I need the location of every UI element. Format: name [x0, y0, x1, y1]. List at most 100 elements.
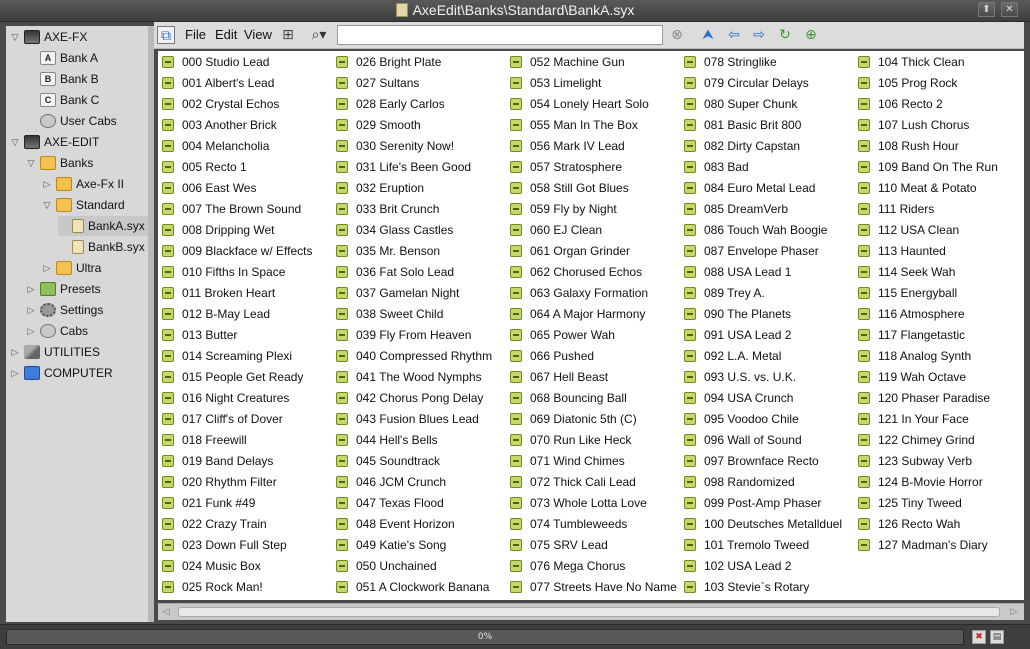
preset-item[interactable]: 049 Katie's Song — [336, 534, 492, 555]
preset-item[interactable]: 100 Deutsches Metallduel — [684, 513, 842, 534]
expand-right-icon[interactable]: ▷ — [42, 179, 52, 189]
preset-item[interactable]: 045 Soundtrack — [336, 450, 492, 471]
preset-item[interactable]: 064 A Major Harmony — [510, 303, 677, 324]
preset-item[interactable]: 125 Tiny Tweed — [858, 492, 998, 513]
preset-item[interactable]: 109 Band On The Run — [858, 156, 998, 177]
cancel-icon[interactable]: ✖ — [972, 630, 986, 644]
preset-item[interactable]: 068 Bouncing Ball — [510, 387, 677, 408]
preset-item[interactable]: 056 Mark IV Lead — [510, 135, 677, 156]
preset-item[interactable]: 014 Screaming Plexi — [162, 345, 313, 366]
preset-item[interactable]: 004 Melancholia — [162, 135, 313, 156]
console-icon[interactable]: ▤ — [990, 630, 1004, 644]
preset-item[interactable]: 127 Madman's Diary — [858, 534, 998, 555]
preset-item[interactable]: 077 Streets Have No Name — [510, 576, 677, 597]
preset-item[interactable]: 019 Band Delays — [162, 450, 313, 471]
preset-item[interactable]: 003 Another Brick — [162, 114, 313, 135]
preset-item[interactable]: 026 Bright Plate — [336, 51, 492, 72]
preset-item[interactable]: 039 Fly From Heaven — [336, 324, 492, 345]
preset-item[interactable]: 069 Diatonic 5th (C) — [510, 408, 677, 429]
preset-item[interactable]: 018 Freewill — [162, 429, 313, 450]
close-button[interactable]: ✕ — [1001, 2, 1018, 17]
tree-item-axe-fx-ii[interactable]: ▷ Axe-Fx II — [42, 174, 128, 194]
preset-item[interactable]: 090 The Planets — [684, 303, 842, 324]
preset-item[interactable]: 087 Envelope Phaser — [684, 240, 842, 261]
tree-item-axe-fx[interactable]: ▽ AXE-FX — [10, 27, 91, 47]
preset-item[interactable]: 079 Circular Delays — [684, 72, 842, 93]
preset-item[interactable]: 052 Machine Gun — [510, 51, 677, 72]
preset-item[interactable]: 065 Power Wah — [510, 324, 677, 345]
preset-item[interactable]: 041 The Wood Nymphs — [336, 366, 492, 387]
preset-item[interactable]: 021 Funk #49 — [162, 492, 313, 513]
preset-item[interactable]: 030 Serenity Now! — [336, 135, 492, 156]
expand-right-icon[interactable]: ▷ — [10, 368, 20, 378]
preset-item[interactable]: 006 East Wes — [162, 177, 313, 198]
preset-item[interactable]: 110 Meat & Potato — [858, 177, 998, 198]
horizontal-scrollbar[interactable]: ◁ ▷ — [158, 603, 1024, 620]
preset-item[interactable]: 055 Man In The Box — [510, 114, 677, 135]
preset-item[interactable]: 061 Organ Grinder — [510, 240, 677, 261]
preset-item[interactable]: 033 Brit Crunch — [336, 198, 492, 219]
preset-item[interactable]: 002 Crystal Echos — [162, 93, 313, 114]
preset-item[interactable]: 053 Limelight — [510, 72, 677, 93]
menu-file[interactable]: File — [185, 26, 206, 44]
tree-item-axe-edit[interactable]: ▽ AXE-EDIT — [10, 132, 103, 152]
preset-item[interactable]: 104 Thick Clean — [858, 51, 998, 72]
preset-item[interactable]: 042 Chorus Pong Delay — [336, 387, 492, 408]
scroll-left-icon[interactable]: ◁ — [160, 606, 172, 618]
preset-item[interactable]: 043 Fusion Blues Lead — [336, 408, 492, 429]
preset-item[interactable]: 095 Voodoo Chile — [684, 408, 842, 429]
preset-item[interactable]: 025 Rock Man! — [162, 576, 313, 597]
preset-item[interactable]: 117 Flangetastic — [858, 324, 998, 345]
preset-item[interactable]: 040 Compressed Rhythm — [336, 345, 492, 366]
preset-item[interactable]: 086 Touch Wah Boogie — [684, 219, 842, 240]
tree-item-bank-c[interactable]: C Bank C — [26, 90, 103, 110]
preset-item[interactable]: 010 Fifths In Space — [162, 261, 313, 282]
preset-item[interactable]: 000 Studio Lead — [162, 51, 313, 72]
scrollbar-thumb[interactable] — [178, 607, 1000, 617]
preset-item[interactable]: 107 Lush Chorus — [858, 114, 998, 135]
preset-item[interactable]: 044 Hell's Bells — [336, 429, 492, 450]
preset-item[interactable]: 051 A Clockwork Banana — [336, 576, 492, 597]
preset-item[interactable]: 066 Pushed — [510, 345, 677, 366]
preset-item[interactable]: 124 B-Movie Horror — [858, 471, 998, 492]
expand-right-icon[interactable]: ▷ — [26, 326, 36, 336]
preset-item[interactable]: 101 Tremolo Tweed — [684, 534, 842, 555]
preset-item[interactable]: 075 SRV Lead — [510, 534, 677, 555]
tree-item-banks[interactable]: ▽ Banks — [26, 153, 97, 173]
preset-item[interactable]: 103 Stevie`s Rotary — [684, 576, 842, 597]
preset-item[interactable]: 098 Randomized — [684, 471, 842, 492]
tree-item-presets[interactable]: ▷ Presets — [26, 279, 105, 299]
expand-right-icon[interactable]: ▷ — [10, 347, 20, 357]
preset-item[interactable]: 108 Rush Hour — [858, 135, 998, 156]
preset-item[interactable]: 073 Whole Lotta Love — [510, 492, 677, 513]
clear-search-icon[interactable]: ⊗ — [668, 26, 686, 44]
preset-item[interactable]: 063 Galaxy Formation — [510, 282, 677, 303]
preset-item[interactable]: 057 Stratosphere — [510, 156, 677, 177]
preset-item[interactable]: 015 People Get Ready — [162, 366, 313, 387]
preset-item[interactable]: 116 Atmosphere — [858, 303, 998, 324]
tree-item-settings[interactable]: ▷ Settings — [26, 300, 107, 320]
preset-item[interactable]: 105 Prog Rock — [858, 72, 998, 93]
preset-item[interactable]: 071 Wind Chimes — [510, 450, 677, 471]
preset-item[interactable]: 092 L.A. Metal — [684, 345, 842, 366]
preset-item[interactable]: 080 Super Chunk — [684, 93, 842, 114]
preset-item[interactable]: 123 Subway Verb — [858, 450, 998, 471]
preset-item[interactable]: 088 USA Lead 1 — [684, 261, 842, 282]
splitter-handle[interactable] — [148, 26, 154, 622]
preset-item[interactable]: 081 Basic Brit 800 — [684, 114, 842, 135]
preset-item[interactable]: 070 Run Like Heck — [510, 429, 677, 450]
app-menu-icon[interactable]: ⧉ — [157, 26, 175, 44]
tree-item-ultra[interactable]: ▷ Ultra — [42, 258, 105, 278]
expand-down-icon[interactable]: ▽ — [42, 200, 52, 210]
preset-item[interactable]: 089 Trey A. — [684, 282, 842, 303]
tree-item-standard[interactable]: ▽ Standard — [42, 195, 129, 215]
preset-item[interactable]: 020 Rhythm Filter — [162, 471, 313, 492]
preset-item[interactable]: 122 Chimey Grind — [858, 429, 998, 450]
preset-item[interactable]: 038 Sweet Child — [336, 303, 492, 324]
preset-item[interactable]: 111 Riders — [858, 198, 998, 219]
preset-item[interactable]: 036 Fat Solo Lead — [336, 261, 492, 282]
pin-button[interactable]: ⬆ — [978, 2, 995, 17]
preset-item[interactable]: 078 Stringlike — [684, 51, 842, 72]
preset-item[interactable]: 031 Life's Been Good — [336, 156, 492, 177]
preset-item[interactable]: 120 Phaser Paradise — [858, 387, 998, 408]
